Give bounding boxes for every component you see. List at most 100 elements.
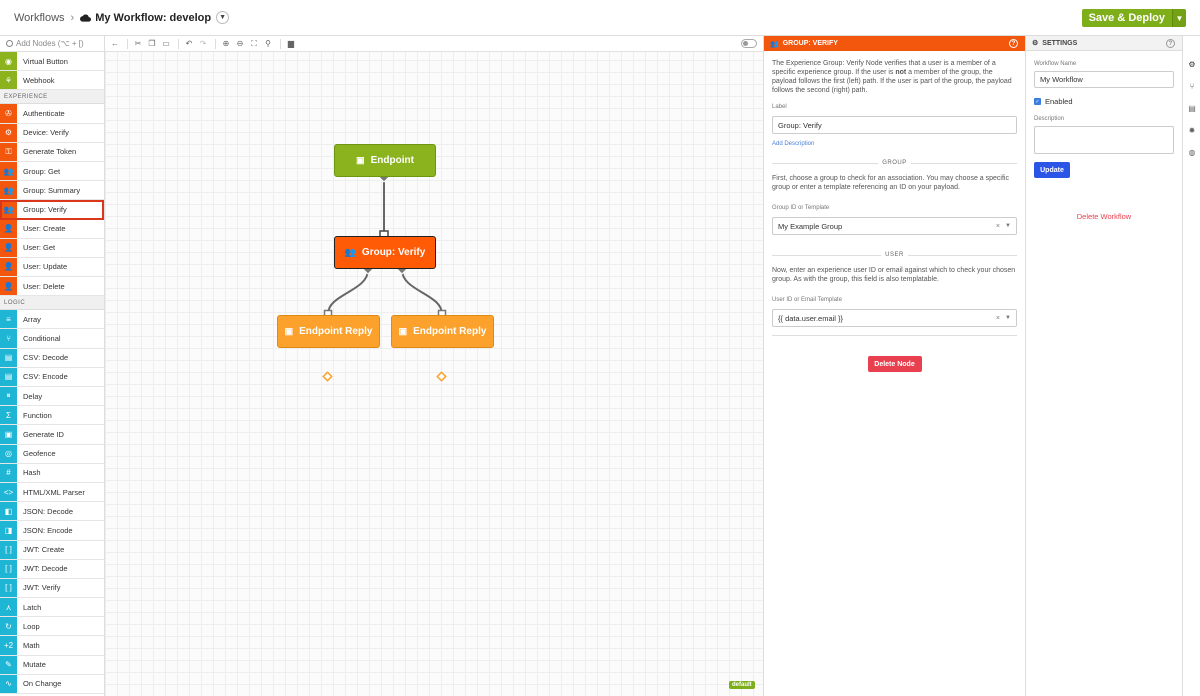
palette-item-delay[interactable]: ⏸ Delay (0, 387, 104, 407)
zoom-reset-icon[interactable]: ⚲ (262, 38, 274, 50)
mutate-icon: ✎ (0, 655, 17, 674)
settings-gear-icon[interactable]: ⚙ (1183, 53, 1200, 75)
add-nodes-search[interactable]: Add Nodes (⌥ + [) (0, 36, 104, 52)
enabled-checkbox[interactable]: ✓ Enabled (1034, 97, 1174, 106)
clear-icon[interactable]: × (996, 314, 1000, 323)
palette-item-geofence[interactable]: ◎ Geofence (0, 444, 104, 464)
palette-item-device-verify[interactable]: ⚙ Device: Verify (0, 123, 104, 143)
palette-item-on-change[interactable]: ∿ On Change (0, 674, 104, 694)
palette-item-label: Authenticate (23, 108, 65, 118)
update-button[interactable]: Update (1034, 162, 1070, 178)
palette-item-label: Generate Token (23, 147, 77, 157)
workflow-canvas[interactable]: ← ✂ ❐ ▭ ↶ ↷ ⊕ ⊖ ⛶ ⚲ ▆ ▣ Endpoint 👥 Group… (105, 36, 763, 696)
palette-item-latch[interactable]: ⋏ Latch (0, 598, 104, 618)
palette-item-conditional[interactable]: ⑂ Conditional (0, 329, 104, 349)
palette-item-label: Mutate (23, 660, 46, 670)
palette-item-jwt-verify[interactable]: [ ] JWT: Verify (0, 578, 104, 599)
breadcrumb-workflows-link[interactable]: Workflows (14, 12, 65, 24)
cut-icon[interactable]: ✂ (132, 38, 144, 50)
palette-item-generate-token[interactable]: ⚿ Generate Token (0, 142, 104, 162)
palette-item-jwt-decode[interactable]: [ ] JWT: Decode (0, 559, 104, 579)
deploy-options-chevron-down-icon[interactable]: ▼ (1172, 9, 1186, 27)
right-reply-output-port[interactable] (436, 371, 447, 382)
conditional-icon: ⑂ (0, 329, 17, 348)
delete-node-button[interactable]: Delete Node (867, 356, 922, 372)
palette-item-group-verify[interactable]: 👥 Group: Verify (0, 200, 104, 220)
palette-item-generate-id[interactable]: ▣ Generate ID (0, 425, 104, 445)
storage-icon[interactable]: ▤ (1183, 97, 1200, 119)
chevron-down-icon[interactable]: ▼ (1005, 222, 1011, 231)
palette-item-user-delete[interactable]: 👤 User: Delete (0, 277, 104, 297)
copy-icon[interactable]: ❐ (146, 38, 158, 50)
workflow-description-textarea[interactable] (1034, 126, 1174, 154)
palette-item-label: Device: Verify (23, 128, 69, 138)
palette-item-html-xml-parser[interactable]: <> HTML/XML Parser (0, 482, 104, 503)
palette-item-hash[interactable]: # Hash (0, 463, 104, 483)
add-description-link[interactable]: Add Description (772, 140, 1017, 149)
comment-icon[interactable]: ▆ (285, 38, 297, 50)
canvas-toggle-switch[interactable] (741, 39, 757, 48)
left-reply-output-port[interactable] (322, 371, 333, 382)
palette-item-json-encode[interactable]: ◨ JSON: Encode (0, 521, 104, 541)
palette-item-csv-encode[interactable]: ▤ CSV: Encode (0, 367, 104, 387)
user-id-select[interactable]: {{ data.user.email }} × ▼ (772, 309, 1017, 327)
palette-item-group-summary[interactable]: 👥 Group: Summary (0, 181, 104, 201)
save-deploy-button[interactable]: Save & Deploy (1081, 9, 1172, 27)
node-group-verify[interactable]: 👥 Group: Verify (334, 236, 436, 269)
group-summary-icon: 👥 (0, 181, 17, 200)
node-endpoint-reply-right[interactable]: ▣ Endpoint Reply (391, 315, 494, 348)
group-id-select[interactable]: My Example Group × ▼ (772, 217, 1017, 235)
palette-item-math[interactable]: +2 Math (0, 636, 104, 656)
palette-item-array[interactable]: ≡ Array (0, 310, 104, 330)
palette-item-jwt-create[interactable]: [ ] JWT: Create (0, 540, 104, 560)
undo-icon[interactable]: ↶ (183, 38, 195, 50)
html-xml-parser-icon: <> (0, 482, 17, 502)
palette-item-label: User: Get (23, 243, 56, 253)
node-endpoint[interactable]: ▣ Endpoint (334, 144, 436, 177)
gear-icon: ⚙ (1032, 40, 1039, 47)
workflow-name-input[interactable]: My Workflow (1034, 71, 1174, 88)
palette-item-group-get[interactable]: 👥 Group: Get (0, 161, 104, 182)
workflow-title: My Workflow: develop (95, 11, 212, 24)
palette-item-virtual-button[interactable]: ◉ Virtual Button (0, 52, 104, 72)
clear-icon[interactable]: × (996, 222, 1000, 231)
chevron-down-icon[interactable]: ▼ (1005, 314, 1011, 323)
fit-to-screen-icon[interactable]: ⛶ (248, 38, 260, 50)
workflow-version-dropdown[interactable]: ▼ (216, 11, 230, 24)
device-verify-icon: ⚙ (0, 123, 17, 142)
add-nodes-search-placeholder: Add Nodes (⌥ + [) (16, 39, 84, 48)
palette-item-user-get[interactable]: 👤 User: Get (0, 238, 104, 258)
user-delete-icon: 👤 (0, 277, 17, 296)
palette-item-label: JWT: Verify (23, 583, 61, 593)
palette-item-json-decode[interactable]: ◧ JSON: Decode (0, 502, 104, 522)
palette-item-webhook[interactable]: ⚘ Webhook (0, 71, 104, 91)
zoom-in-icon[interactable]: ⊕ (220, 38, 232, 50)
node-group-verify-label: Group: Verify (361, 247, 426, 258)
debug-bug-icon[interactable]: ✹ (1183, 119, 1200, 141)
globe-icon[interactable]: ◍ (1183, 141, 1200, 163)
collapse-palette-icon[interactable]: ← (109, 38, 121, 50)
paste-icon[interactable]: ▭ (160, 38, 172, 50)
generate-id-icon: ▣ (0, 425, 17, 444)
palette-item-user-update[interactable]: 👤 User: Update (0, 257, 104, 278)
palette-item-label: Latch (23, 602, 42, 612)
node-endpoint-reply-left[interactable]: ▣ Endpoint Reply (277, 315, 380, 348)
palette-item-loop[interactable]: ↻ Loop (0, 617, 104, 637)
palette-item-label: Webhook (23, 75, 55, 85)
delete-workflow-link[interactable]: Delete Workflow (1034, 212, 1174, 221)
versions-branch-icon[interactable]: ⑂ (1183, 75, 1200, 97)
palette-item-mutate[interactable]: ✎ Mutate (0, 655, 104, 675)
palette-item-authenticate[interactable]: ✇ Authenticate (0, 104, 104, 124)
redo-icon[interactable]: ↷ (197, 38, 209, 50)
palette-item-csv-decode[interactable]: ▤ CSV: Decode (0, 348, 104, 368)
palette-item-label: Group: Summary (23, 185, 81, 195)
palette-item-label: HTML/XML Parser (23, 487, 85, 497)
label-input[interactable]: Group: Verify (772, 116, 1017, 134)
group-help-text: First, choose a group to check for an as… (772, 175, 1009, 191)
palette-item-user-create[interactable]: 👤 User: Create (0, 219, 104, 239)
zoom-out-icon[interactable]: ⊖ (234, 38, 246, 50)
connections-layer (322, 171, 447, 382)
palette-item-function[interactable]: Σ Function (0, 406, 104, 426)
help-icon[interactable]: ? (1009, 39, 1018, 48)
help-icon[interactable]: ? (1166, 39, 1175, 48)
